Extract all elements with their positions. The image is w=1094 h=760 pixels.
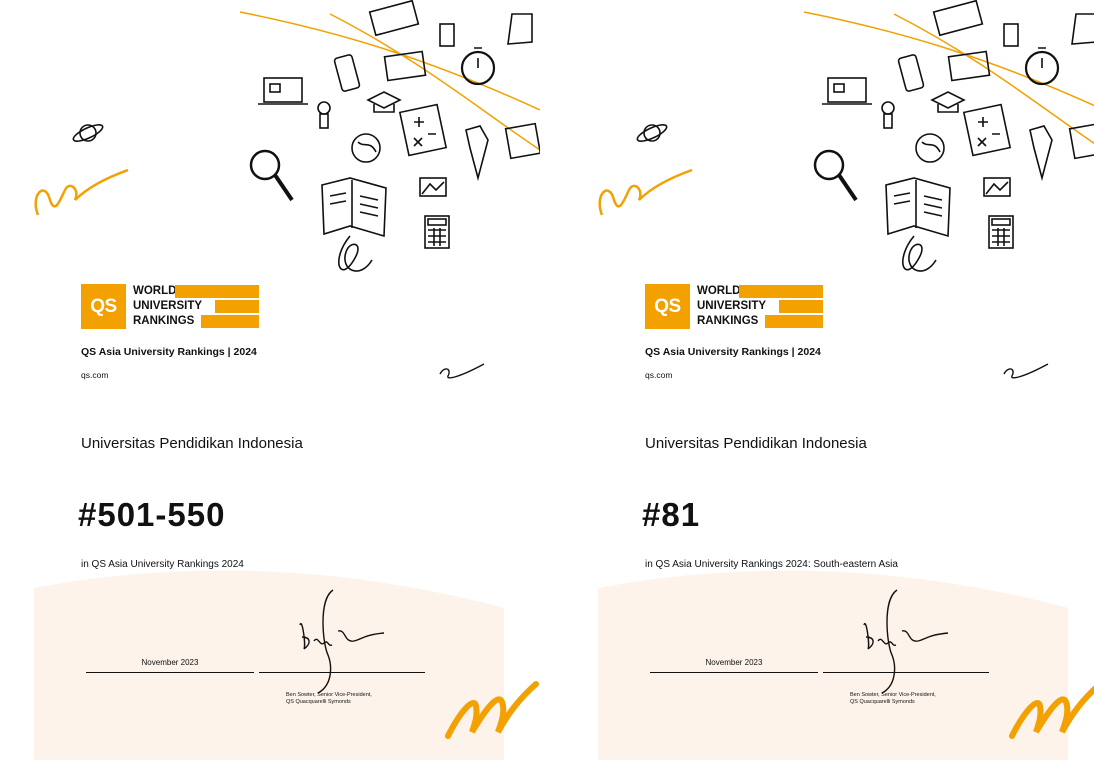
math-sheet-icon xyxy=(398,103,448,157)
qs-logo: QS WORLD UNIVERSITY RANKINGS xyxy=(645,284,823,329)
ranking-title: QS Asia University Rankings | 2024 xyxy=(645,346,821,358)
phone-icon xyxy=(333,54,361,92)
orange-flourish xyxy=(1003,363,1049,379)
issue-date: November 2023 xyxy=(705,658,763,667)
stopwatch-icon xyxy=(1024,47,1060,86)
orange-swoosh xyxy=(445,681,539,739)
open-book-icon xyxy=(321,177,387,272)
signature xyxy=(299,589,385,694)
document-icon xyxy=(932,0,1094,82)
phone-icon xyxy=(897,54,925,92)
logo-wordmark: WORLD UNIVERSITY RANKINGS xyxy=(133,284,259,329)
necktie-icon xyxy=(465,125,489,182)
document-icon xyxy=(368,0,533,82)
logo-bar xyxy=(739,285,823,298)
logo-bar xyxy=(201,315,259,328)
website-link[interactable]: qs.com xyxy=(81,370,108,380)
math-sheet-icon xyxy=(962,103,1012,157)
laptop-icon xyxy=(822,77,872,105)
stopwatch-icon xyxy=(460,47,496,86)
logo-wordmark: WORLD UNIVERSITY RANKINGS xyxy=(697,284,823,329)
certificate-2: QS WORLD UNIVERSITY RANKINGS QS Asia Uni… xyxy=(564,0,1094,760)
doodle-illustration xyxy=(34,0,540,272)
signer-org: QS Quacquarelli Symonds xyxy=(286,699,351,705)
doodle-illustration xyxy=(598,0,1094,272)
calculator-icon xyxy=(424,215,450,249)
website-link[interactable]: qs.com xyxy=(645,370,672,380)
picture-icon xyxy=(983,177,1011,197)
graduation-cap-icon xyxy=(930,91,966,113)
lightbulb-icon xyxy=(317,101,331,129)
date-rule xyxy=(86,672,254,673)
logo-line-rankings: RANKINGS xyxy=(697,315,759,327)
necktie-icon xyxy=(1029,125,1053,182)
graduation-cap-icon xyxy=(366,91,402,113)
ranking-title: QS Asia University Rankings | 2024 xyxy=(81,346,257,358)
rank-value: #81 xyxy=(642,496,701,533)
signature-rule xyxy=(259,672,425,673)
orange-flourish xyxy=(439,363,485,379)
signature-rule xyxy=(823,672,989,673)
issue-date: November 2023 xyxy=(141,658,199,667)
signer-org: QS Quacquarelli Symonds xyxy=(850,699,915,705)
chart-card-icon xyxy=(504,122,540,160)
rank-context: in QS Asia University Rankings 2024: Sou… xyxy=(645,559,898,570)
qs-badge: QS xyxy=(645,284,690,329)
rank-value: #501-550 xyxy=(78,496,226,533)
signer-credit: Ben Sowter, Senior Vice-President, QS Qu… xyxy=(850,692,936,706)
logo-bar xyxy=(779,300,823,313)
signer-name: Ben Sowter, Senior Vice-President, xyxy=(850,692,936,698)
qs-badge: QS xyxy=(81,284,126,329)
rank-context: in QS Asia University Rankings 2024 xyxy=(81,559,244,570)
logo-line-world: WORLD xyxy=(133,285,177,297)
signature xyxy=(863,589,949,694)
picture-icon xyxy=(419,177,447,197)
university-name: Universitas Pendidikan Indonesia xyxy=(645,435,867,452)
logo-line-university: UNIVERSITY xyxy=(697,300,767,312)
globe-icon xyxy=(915,133,945,163)
signer-credit: Ben Sowter, Senior Vice-President, QS Qu… xyxy=(286,692,372,706)
date-rule xyxy=(650,672,818,673)
lightbulb-icon xyxy=(881,101,895,129)
magnifier-icon xyxy=(813,149,858,202)
magnifier-icon xyxy=(249,149,294,202)
qs-logo: QS WORLD UNIVERSITY RANKINGS xyxy=(81,284,259,329)
logo-line-world: WORLD xyxy=(697,285,741,297)
logo-line-rankings: RANKINGS xyxy=(133,315,195,327)
orange-swoosh xyxy=(1009,685,1094,739)
calculator-icon xyxy=(988,215,1014,249)
globe-icon xyxy=(351,133,381,163)
signer-name: Ben Sowter, Senior Vice-President, xyxy=(286,692,372,698)
certificate-1: QS WORLD UNIVERSITY RANKINGS QS Asia Uni… xyxy=(0,0,540,760)
planet-icon xyxy=(72,124,104,142)
university-name: Universitas Pendidikan Indonesia xyxy=(81,435,303,452)
laptop-icon xyxy=(258,77,308,105)
planet-icon xyxy=(636,124,668,142)
open-book-icon xyxy=(885,177,951,272)
logo-bar xyxy=(765,315,823,328)
logo-bar xyxy=(215,300,259,313)
logo-line-university: UNIVERSITY xyxy=(133,300,203,312)
logo-bar xyxy=(175,285,259,298)
